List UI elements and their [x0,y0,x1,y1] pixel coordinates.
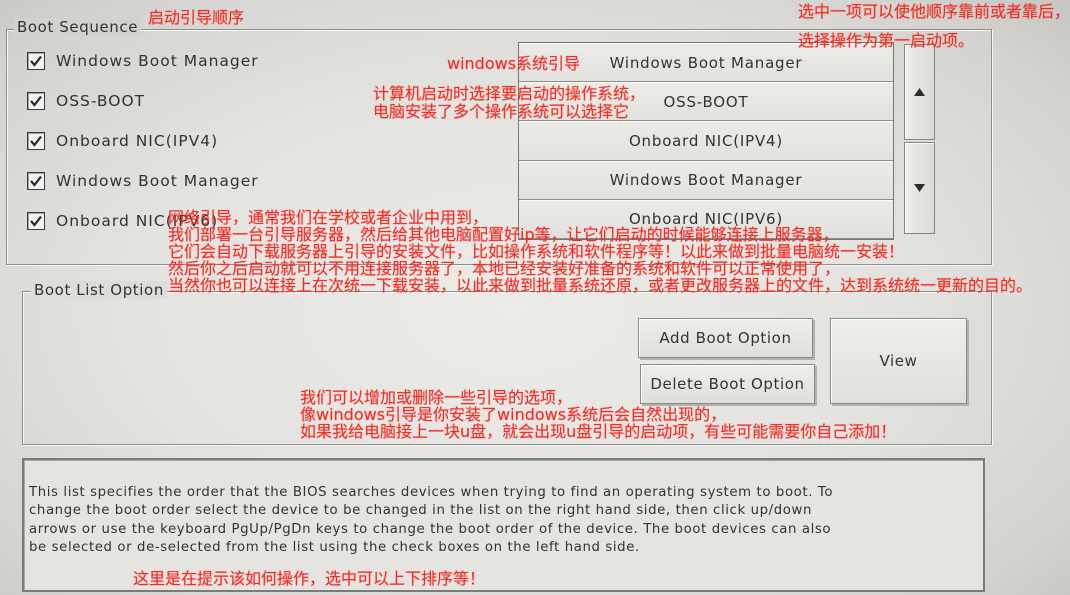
reorder-annotation-line: 选择操作为第一启动项。 [798,31,975,50]
checkmark-icon [30,215,42,227]
boot-item-row[interactable]: Windows Boot Manager [27,50,259,72]
triangle-down-icon [914,184,925,192]
boot-item-checkbox[interactable] [27,52,45,70]
help-text-line: This list specifies the order that the B… [29,485,834,500]
boot-item-row[interactable]: Windows Boot Manager [27,170,259,192]
order-list-item[interactable]: Windows Boot Manager [519,160,893,200]
network-boot-annotation-line: 我们部署一台引导服务器，然后给其他电脑配置好ip等，让它们启动的时候能够连接上服… [168,225,839,244]
boot-item-checkbox[interactable] [27,212,45,230]
boot-item-label: Onboard NIC(IPV4) [56,132,219,150]
triangle-up-icon [914,88,925,96]
network-boot-annotation-line: 它们会自动下载服务器上引导的安装文件，比如操作系统和软件程序等！以此来做到批量电… [168,242,905,261]
checkmark-icon [30,55,42,67]
os-select-annotation-line: 计算机启动时选择要启动的操作系统， [373,84,646,103]
checkmark-icon [30,175,42,187]
boot-option-annotation-line: 我们可以增加或删除一些引导的选项， [300,388,573,407]
checkmark-icon [30,135,42,147]
help-annotation: 这里是在提示该如何操作，选中可以上下排序等！ [133,569,486,588]
boot-item-label: OSS-BOOT [56,92,146,110]
order-list-item[interactable]: Onboard NIC(IPV4) [519,121,893,161]
move-up-button[interactable] [904,44,935,140]
boot-sequence-title: Boot Sequence [14,18,142,36]
network-boot-annotation-line: 当然你也可以连接上在次统一下载安装，以此来做到批量系统还原，或者更改服务器上的文… [168,276,1033,295]
add-boot-option-button[interactable]: Add Boot Option [638,318,813,358]
checkmark-icon [30,95,42,107]
help-text-line: arrows or use the keyboard PgUp/PgDn key… [29,522,832,537]
view-button[interactable]: View [830,318,967,404]
boot-item-checkbox[interactable] [27,92,45,110]
boot-item-checkbox[interactable] [27,172,45,190]
delete-boot-option-button[interactable]: Delete Boot Option [640,364,815,404]
boot-item-label: Windows Boot Manager [56,172,259,190]
boot-item-label: Windows Boot Manager [56,52,259,70]
reorder-annotation-line: 选中一项可以使他顺序靠前或者靠后， [798,2,1070,21]
boot-item-row[interactable]: Onboard NIC(IPV4) [27,130,218,152]
move-down-button[interactable] [904,142,935,234]
boot-item-checkbox[interactable] [27,132,45,150]
os-select-annotation-line: 电脑安装了多个操作系统可以选择它 [373,102,630,121]
windows-boot-annotation: windows系统引导 [447,54,581,73]
boot-item-row[interactable]: OSS-BOOT [27,90,145,112]
boot-sequence-annotation: 启动引导顺序 [148,8,245,27]
boot-option-annotation-line: 像windows引导是你安装了windows系统后会自然出现的， [300,405,727,424]
network-boot-annotation-line: 网络引导，通常我们在学校或者企业中用到， [168,208,489,227]
network-boot-annotation-line: 然后你之后启动就可以不用连接服务器了，本地已经安装好准备的系统和软件可以正常使用… [168,259,841,278]
boot-option-annotation-line: 如果我给电脑接上一块u盘，就会出现u盘引导的启动项，有些可能需要你自己添加！ [300,422,897,441]
boot-list-option-title: Boot List Option [31,281,167,299]
help-text-line: be selected or de-selected from the list… [29,540,640,555]
help-text-line: change the boot order select the device … [29,503,813,518]
